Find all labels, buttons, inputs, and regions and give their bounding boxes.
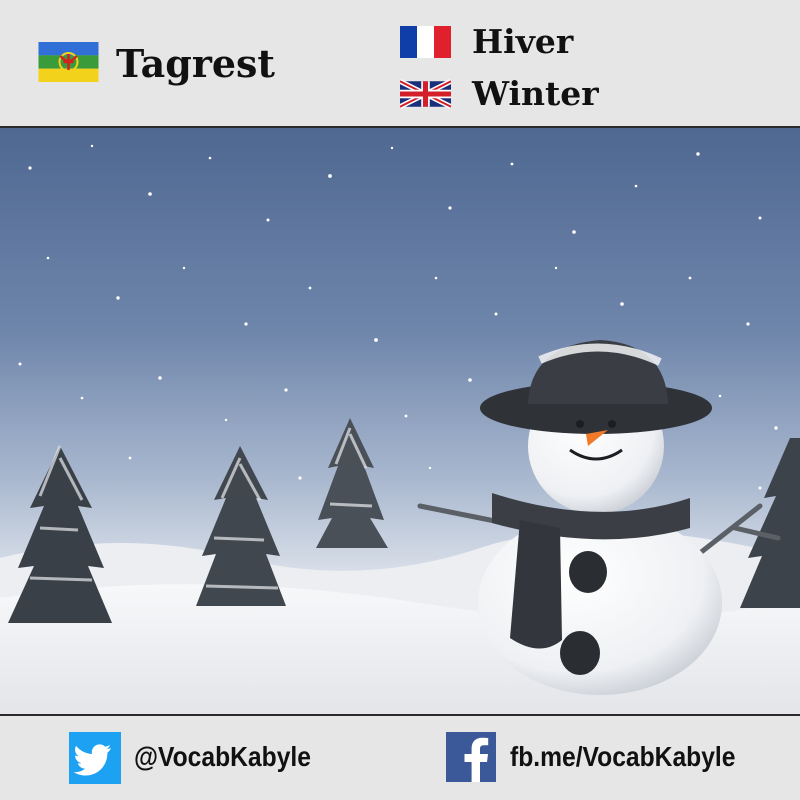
kabyle-flag-icon <box>38 42 99 82</box>
facebook-link[interactable]: fb.me/VocabKabyle <box>510 734 735 780</box>
uk-flag-icon <box>400 78 451 110</box>
twitter-handle[interactable]: @VocabKabyle <box>134 734 311 780</box>
kabyle-word: Tagrest <box>116 41 275 86</box>
vocab-card: Tagrest Hiver Winter @VocabKabyle fb.me/… <box>0 0 800 800</box>
english-word: Winter <box>472 74 599 113</box>
france-flag-icon <box>400 26 451 58</box>
french-word: Hiver <box>472 22 574 61</box>
snowman-eye <box>576 420 584 428</box>
pinecone-button <box>569 551 607 593</box>
twitter-bird-icon <box>69 732 121 784</box>
facebook-f-icon <box>446 732 496 782</box>
footer-panel: @VocabKabyle fb.me/VocabKabyle <box>0 714 800 800</box>
snowman-eye <box>608 420 616 428</box>
header-panel: Tagrest Hiver Winter <box>0 0 800 128</box>
winter-snowman-photo <box>0 128 800 714</box>
pinecone-button <box>560 631 600 675</box>
